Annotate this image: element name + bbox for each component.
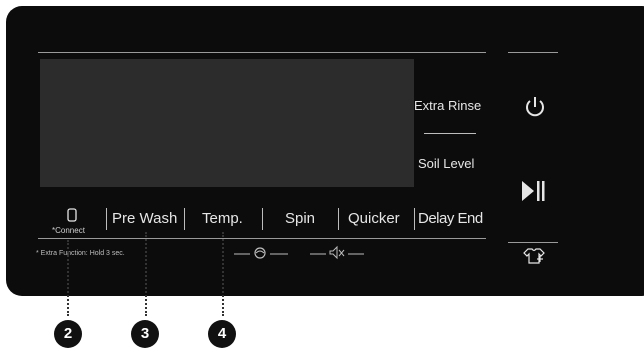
- mute-icon: [310, 245, 364, 260]
- separator: [262, 208, 263, 230]
- separator: [414, 208, 415, 230]
- callout-badge-4: 4: [208, 320, 236, 348]
- right-bottom-divider: [508, 242, 558, 243]
- drum-light-indicator: [232, 244, 290, 260]
- drum-light-icon: [234, 247, 288, 259]
- bottom-divider: [38, 238, 486, 239]
- display-screen: [40, 59, 414, 187]
- callout-leader-2: [67, 240, 69, 316]
- power-icon: [526, 97, 544, 117]
- phone-icon: [67, 208, 77, 222]
- temp-button[interactable]: Temp.: [202, 210, 243, 227]
- start-pause-button[interactable]: [520, 178, 548, 204]
- callout-badge-3: 3: [131, 320, 159, 348]
- quicker-button[interactable]: Quicker: [348, 210, 400, 227]
- callout-leader-3: [145, 232, 147, 316]
- connect-label: *Connect: [52, 226, 85, 235]
- play-pause-icon: [522, 181, 545, 201]
- extra-function-note: * Extra Function: Hold 3 sec.: [36, 250, 125, 257]
- callout-leader-4: [222, 232, 224, 316]
- callout-badge-2: 2: [54, 320, 82, 348]
- separator: [184, 208, 185, 230]
- top-divider: [38, 52, 486, 53]
- pre-wash-button[interactable]: Pre Wash: [112, 210, 177, 227]
- extra-rinse-button[interactable]: Extra Rinse: [414, 98, 481, 113]
- connect-button[interactable]: *Connect: [48, 206, 100, 238]
- right-top-divider: [508, 52, 558, 53]
- delay-end-button[interactable]: Delay End: [418, 210, 483, 227]
- separator: [338, 208, 339, 230]
- power-button[interactable]: [522, 94, 548, 120]
- side-divider: [424, 133, 476, 134]
- soil-level-button[interactable]: Soil Level: [418, 156, 474, 171]
- spin-button[interactable]: Spin: [285, 210, 315, 227]
- shirt-plus-button[interactable]: [523, 247, 545, 265]
- separator: [106, 208, 107, 230]
- shirt-plus-icon: [523, 248, 545, 264]
- mute-indicator: [308, 244, 366, 260]
